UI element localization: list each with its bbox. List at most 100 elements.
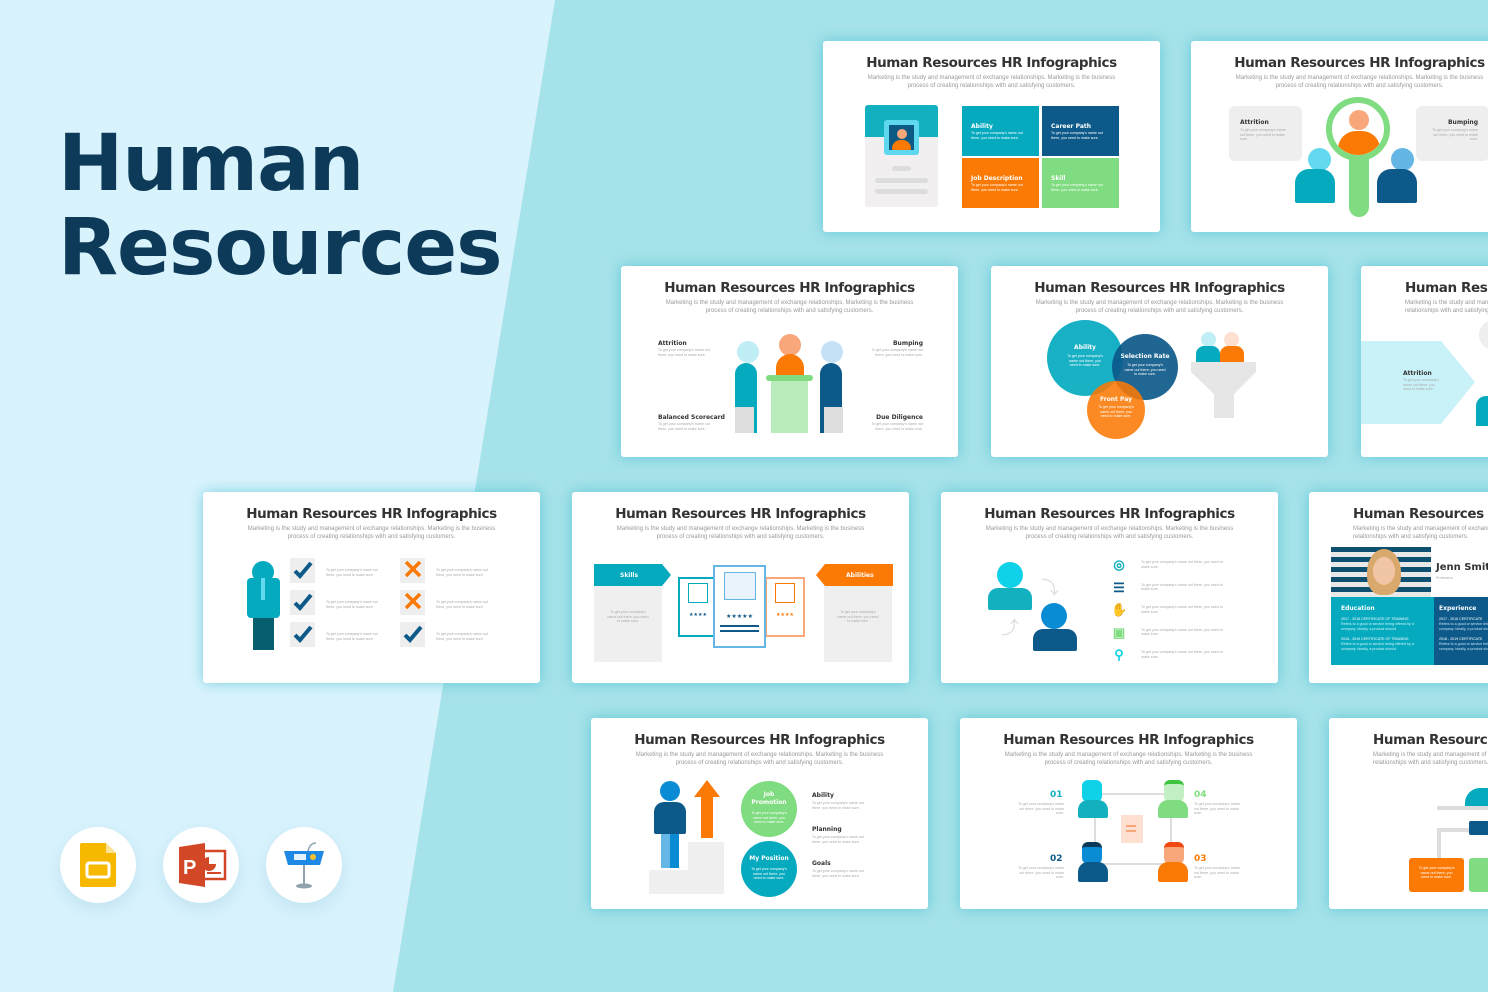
ticket-icon: ▣ [1112, 624, 1126, 640]
podium [771, 381, 808, 433]
circle-my-position: My Position To get your company's name o… [741, 841, 797, 897]
person-right-icon [1377, 169, 1417, 203]
google-slides-icon [80, 843, 116, 887]
checklist-item-text: To get your company's name out there, yo… [436, 600, 488, 609]
candidate-card-left: ★★★★ [678, 577, 718, 637]
person-03-icon [1158, 862, 1188, 882]
keynote-icon [284, 842, 324, 889]
slide-title: Human Resources HR Infographics [1405, 280, 1488, 296]
magnifier-icon [1326, 97, 1390, 161]
document-icon [1121, 815, 1143, 843]
cross-icon [400, 558, 425, 583]
google-slides-badge[interactable] [60, 827, 136, 903]
slide-thumbnail-org-chart[interactable]: Human Resources HR Infographics Marketin… [1329, 718, 1488, 909]
slide-thumbnail-checklist[interactable]: Human Resources HR Infographics Marketin… [203, 492, 540, 683]
check-icon [290, 622, 315, 647]
slide-title: Human Resources HR Infographics [866, 55, 1117, 71]
cross-icon [400, 590, 425, 615]
person-02-icon [1078, 862, 1108, 882]
skills-label: Skills [620, 572, 639, 579]
slide-title: Human Resources HR Infographics [1234, 55, 1485, 71]
powerpoint-icon: P [179, 843, 227, 887]
org-box-green [1469, 858, 1488, 892]
slide-thumbnail-job-profile[interactable]: Human Resources HR Infographics Marketin… [823, 41, 1160, 232]
slide-title: Human Resources HR Infographics [664, 280, 915, 296]
hero-title-line-2: Resources [58, 203, 503, 293]
slide-thumbnail-promotion[interactable]: Human Resources HR Infographics Marketin… [591, 718, 928, 909]
person-center-icon [776, 354, 804, 376]
arrow-down-icon: ⤵ [1041, 578, 1059, 598]
slide-subtitle: Marketing is the study and management of… [665, 300, 914, 314]
checklist-item-text: To get your company's name out there, yo… [326, 632, 378, 641]
hero-title: Human Resources [58, 119, 503, 293]
abilities-label: Abilities [846, 572, 874, 579]
id-card-illustration [865, 105, 938, 207]
slide-subtitle: Marketing is the study and management of… [1373, 752, 1488, 766]
icon-list-text: To get your company's name out there, yo… [1141, 605, 1223, 614]
checklist-item-text: To get your company's name out there, yo… [326, 600, 378, 609]
circle-front-pay: Front Pay To get your company's name out… [1087, 381, 1145, 439]
slide-thumbnail-meeting[interactable]: Human Resources HR Infographics Marketin… [621, 266, 958, 457]
app-compatibility-icons: P [60, 827, 342, 903]
check-icon [290, 558, 315, 583]
icon-list-text: To get your company's name out there, yo… [1141, 582, 1223, 592]
speech-bubble-right: Bumping To get your company's name out t… [1416, 106, 1488, 161]
person-01-icon [1078, 800, 1108, 818]
target-user-icon: ◎ [1113, 557, 1125, 572]
education-panel: Education 2017 - 2018 CERTIFICATE OF TRA… [1331, 597, 1434, 665]
checklist-item-text: To get your company's name out there, yo… [436, 568, 488, 577]
person-b-icon [1033, 629, 1077, 651]
slide-subtitle: Marketing is the study and management of… [985, 526, 1234, 540]
icon-list-text: To get your company's name out there, yo… [1141, 560, 1223, 569]
slide-subtitle: Marketing is the study and management of… [635, 752, 884, 766]
candidate-name: Jenn Smith [1436, 562, 1488, 573]
slide-thumbnail-arrow[interactable]: Human Resources HR Infographics Marketin… [1361, 266, 1488, 457]
handshake-icon: ✋ [1111, 602, 1128, 617]
check-icon [290, 590, 315, 615]
icon-list-text: To get your company's name out there, yo… [1141, 650, 1223, 659]
avatar-frame [884, 120, 919, 155]
icon-list-text: To get your company's name out there, yo… [1141, 627, 1223, 637]
step-high [688, 842, 724, 894]
tile-career-path: Career Path To get your company's name o… [1042, 106, 1119, 156]
slide-subtitle: Marketing is the study and management of… [1235, 75, 1484, 89]
check-icon [400, 622, 425, 647]
slide-title: Human Resources HR Infographics [984, 506, 1235, 522]
slide-subtitle: Marketing is the study and management of… [1004, 752, 1253, 766]
powerpoint-badge[interactable]: P [163, 827, 239, 903]
candidate-card-right: ★★★★ [765, 577, 805, 637]
location-pin-icon: ⚲ [1114, 647, 1124, 662]
arrow-up-icon: ⤴ [1001, 618, 1019, 638]
slide-title: Human Resources HR Infographics [615, 506, 866, 522]
keynote-badge[interactable] [266, 827, 342, 903]
coins-icon: ☰ [1113, 579, 1125, 595]
circle-job-promotion: Job Promotion To get your company's name… [741, 781, 797, 837]
slide-thumbnail-team-cycle[interactable]: Human Resources HR Infographics Marketin… [960, 718, 1297, 909]
slide-subtitle: Marketing is the study and management of… [1353, 526, 1488, 540]
slide-thumbnail-resume[interactable]: Human Resources HR Infographics Marketin… [1309, 492, 1488, 683]
person-left-icon [1295, 169, 1335, 203]
slide-title: Human Resources HR Infographics [1034, 280, 1285, 296]
slide-subtitle: Marketing is the study and management of… [1405, 300, 1488, 314]
candidate-card-center: ★★★★★ [713, 565, 766, 648]
slide-subtitle: Marketing is the study and management of… [616, 526, 865, 540]
person-icon [654, 802, 686, 834]
slide-thumbnail-exchange[interactable]: Human Resources HR Infographics Marketin… [941, 492, 1278, 683]
tile-ability: Ability To get your company's name out t… [962, 106, 1039, 156]
person-a-icon [988, 588, 1032, 610]
checklist-item-text: To get your company's name out there, yo… [326, 568, 378, 577]
speech-bubble-left: Attrition To get your company's name out… [1229, 106, 1302, 161]
org-box-orange: To get your company's name out there, yo… [1409, 858, 1464, 892]
hero-title-line-1: Human [58, 119, 364, 209]
slide-title: Human Resources HR Infographics [1373, 732, 1488, 748]
person-04-icon [1158, 800, 1188, 818]
slide-title: Human Resources HR Infographics [634, 732, 885, 748]
slide-title: Human Resources HR Infographics [1353, 506, 1488, 522]
slide-thumbnail-magnifier[interactable]: Human Resources HR Infographics Marketin… [1191, 41, 1488, 232]
slide-title: Human Resources HR Infographics [1003, 732, 1254, 748]
slide-thumbnail-candidates[interactable]: Human Resources HR Infographics Marketin… [572, 492, 909, 683]
slide-thumbnail-venn[interactable]: Human Resources HR Infographics Marketin… [991, 266, 1328, 457]
arrow-up-icon [694, 780, 720, 838]
tile-job-description: Job Description To get your company's na… [962, 158, 1039, 208]
svg-text:P: P [183, 857, 196, 879]
